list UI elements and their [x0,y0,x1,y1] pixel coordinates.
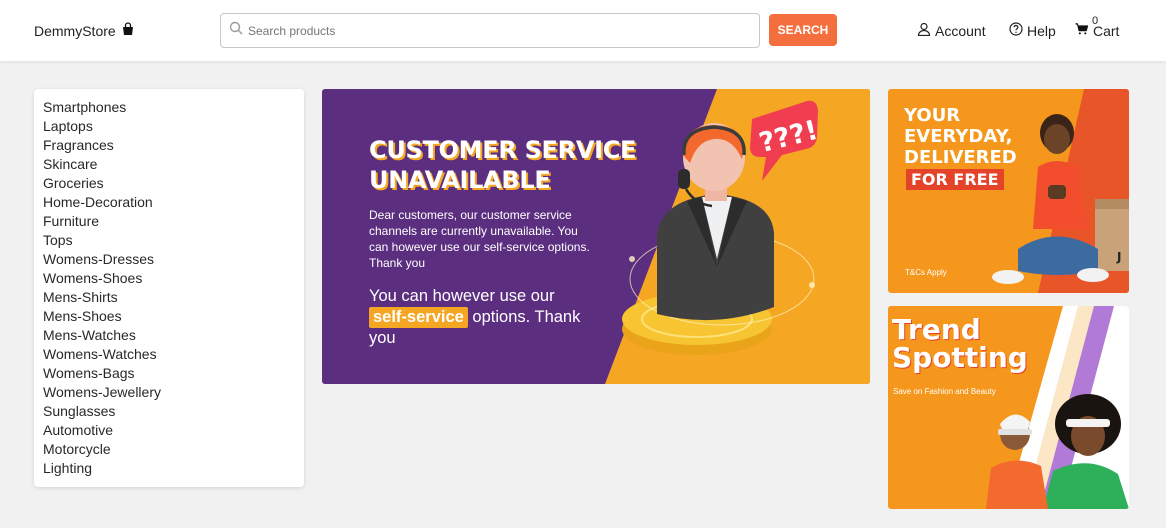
category-link-home-decoration[interactable]: Home-Decoration [34,193,304,212]
promo2-headline: Trend Spotting [892,316,1028,372]
shopping-bag-icon [121,22,135,39]
category-link-furniture[interactable]: Furniture [34,212,304,231]
category-link-motorcycle[interactable]: Motorcycle [34,440,304,459]
promo1-line3: DELIVERED [904,147,1017,168]
category-link-sunglasses[interactable]: Sunglasses [34,402,304,421]
category-link-womens-jewellery[interactable]: Womens-Jewellery [34,383,304,402]
banner-title-line1: CUSTOMER SERVICE [369,136,637,164]
store-logo[interactable]: DemmyStore [34,22,135,39]
category-link-groceries[interactable]: Groceries [34,174,304,193]
promo1-headline: YOUR EVERYDAY, DELIVERED [904,105,1017,168]
account-label[interactable]: Account [935,23,986,39]
category-link-tops[interactable]: Tops [34,231,304,250]
category-link-womens-bags[interactable]: Womens-Bags [34,364,304,383]
category-link-automotive[interactable]: Automotive [34,421,304,440]
promo2-line1: Trend [892,313,981,346]
promo-free-delivery[interactable]: J YOUR EVERYDAY, DELIVERED FOR FREE T&Cs… [888,89,1129,293]
help-label[interactable]: Help [1027,23,1056,39]
search-input[interactable] [248,23,748,38]
cart-icon [1075,22,1089,39]
search-icon [221,21,243,40]
cta-before: You can however use our [369,287,555,305]
search-box[interactable] [220,13,760,48]
category-sidebar: Smartphones Laptops Fragrances Skincare … [34,89,304,487]
user-icon [917,22,931,39]
category-link-skincare[interactable]: Skincare [34,155,304,174]
promo2-subtitle: Save on Fashion and Beauty [893,387,996,396]
header: DemmyStore SEARCH Account Help 0 Cart [0,0,1166,61]
help-link[interactable]: Help [1009,22,1056,39]
account-link[interactable]: Account [917,22,986,39]
promo-trend-spotting[interactable]: Trend Spotting Save on Fashion and Beaut… [888,306,1129,509]
category-link-womens-shoes[interactable]: Womens-Shoes [34,269,304,288]
promo1-free-badge: FOR FREE [906,169,1004,190]
hero-banner[interactable]: ???! CUSTOMER SERVICE UNAVAILABLE Dear c… [322,89,870,384]
help-icon [1009,22,1023,39]
cart-link[interactable]: 0 Cart [1075,15,1119,39]
promo1-terms: T&Cs Apply [905,268,947,277]
category-link-womens-dresses[interactable]: Womens-Dresses [34,250,304,269]
promo2-line2: Spotting [892,341,1028,374]
banner-title: CUSTOMER SERVICE UNAVAILABLE [369,135,636,195]
banner-body-text: Dear customers, our customer service cha… [369,208,590,270]
category-link-fragrances[interactable]: Fragrances [34,136,304,155]
search-button[interactable]: SEARCH [769,14,837,46]
category-link-mens-watches[interactable]: Mens-Watches [34,326,304,345]
banner-title-line2: UNAVAILABLE [369,166,551,194]
category-link-mens-shoes[interactable]: Mens-Shoes [34,307,304,326]
category-link-womens-watches[interactable]: Womens-Watches [34,345,304,364]
promo1-line2: EVERYDAY, [904,126,1013,147]
category-link-smartphones[interactable]: Smartphones [34,98,304,117]
cta-highlight: self-service [369,307,468,328]
category-link-lighting[interactable]: Lighting [34,459,304,478]
logo-text[interactable]: DemmyStore [34,23,116,39]
category-link-mens-shirts[interactable]: Mens-Shirts [34,288,304,307]
banner-cta-text: You can however use our self-service opt… [369,286,609,349]
category-link-laptops[interactable]: Laptops [34,117,304,136]
cart-count-badge: 0 [1092,15,1099,27]
svg-text:J: J [1116,250,1121,264]
promo1-line1: YOUR [904,105,961,126]
